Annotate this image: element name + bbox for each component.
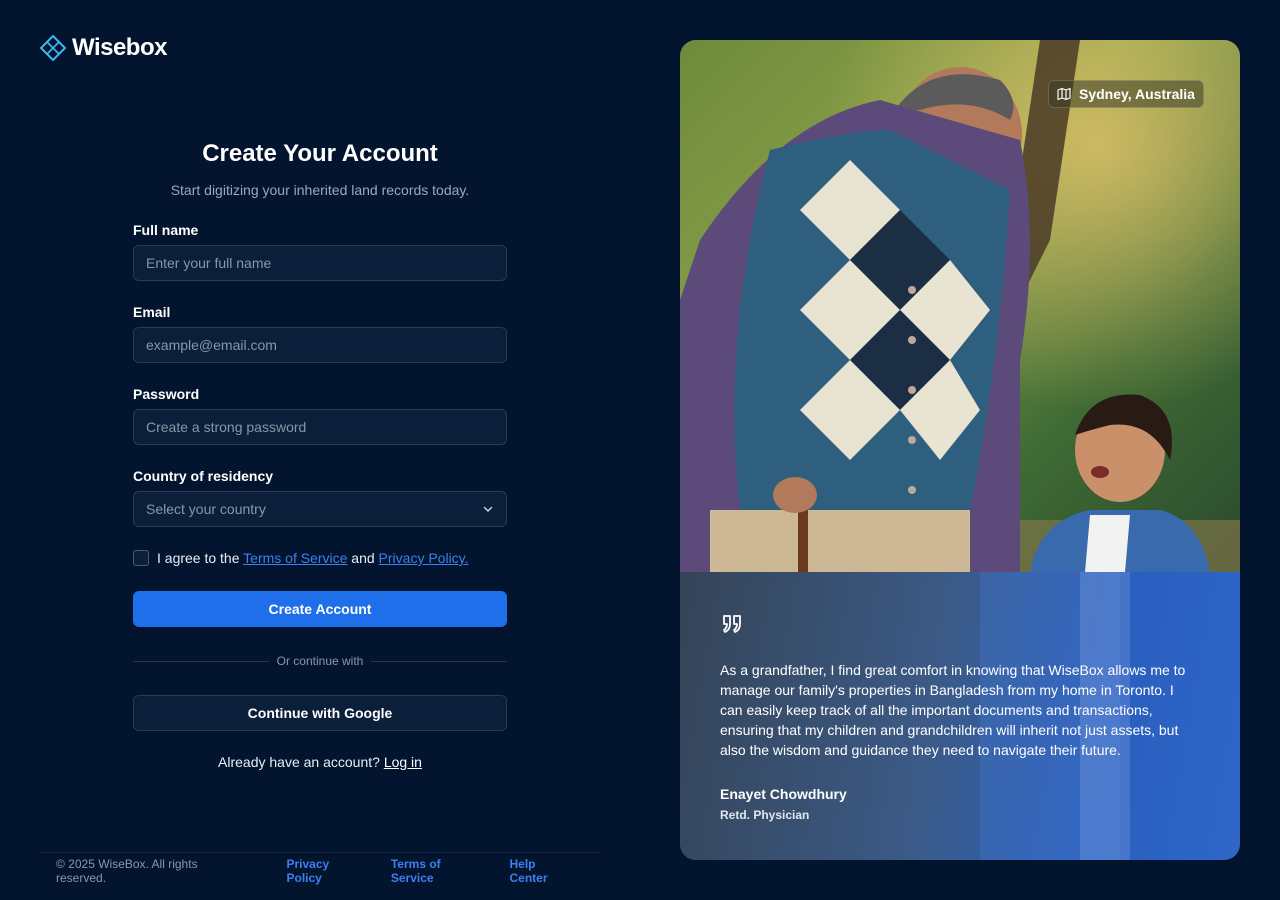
password-input[interactable]: [133, 409, 507, 445]
privacy-link[interactable]: Privacy Policy.: [379, 550, 469, 566]
copyright: © 2025 WiseBox. All rights reserved.: [56, 856, 198, 885]
country-select[interactable]: Select your country: [133, 491, 507, 527]
login-prompt-line: Already have an account? Log in: [133, 754, 507, 770]
page-title: Create Your Account: [202, 140, 438, 167]
brand-name: Wisebox: [72, 34, 167, 61]
country-label: Country of residency: [133, 468, 274, 484]
testimonial-quote: As a grandfather, I find great comfort i…: [720, 662, 1186, 758]
full-name-input[interactable]: [133, 245, 507, 281]
email-label: Email: [133, 304, 171, 320]
quote-icon: [723, 615, 741, 633]
email-input[interactable]: [133, 327, 507, 363]
page-subtitle: Start digitizing your inherited land rec…: [170, 182, 470, 198]
footer-help-link[interactable]: Help Center: [509, 857, 576, 885]
divider-line-left: [133, 660, 269, 662]
divider-line-right: [371, 660, 507, 662]
agree-prefix: I agree to the: [157, 550, 240, 566]
location-text: Sydney, Australia: [1079, 86, 1195, 102]
country-select-value: Select your country: [146, 501, 266, 517]
location-badge: Sydney, Australia: [1048, 80, 1204, 108]
testimonial-quote-box: As a grandfather, I find great comfort i…: [680, 572, 1240, 860]
testimonial-author: Enayet Chowdhury: [720, 786, 847, 802]
brand-logo[interactable]: Wisebox: [40, 34, 167, 62]
login-prompt: Already have an account?: [218, 754, 380, 770]
password-label: Password: [133, 386, 200, 402]
testimonial-panel: Sydney, Australia As a grandfather, I fi…: [680, 40, 1240, 860]
wisebox-logo-icon: [40, 35, 66, 61]
footer-privacy-link[interactable]: Privacy Policy: [286, 857, 366, 885]
map-icon: [1057, 87, 1071, 101]
login-link[interactable]: Log in: [384, 754, 422, 770]
create-account-button[interactable]: Create Account: [133, 591, 507, 627]
signup-form: Create Your Account Start digitizing you…: [133, 140, 507, 770]
google-signin-button[interactable]: Continue with Google: [133, 695, 507, 731]
testimonial-photo: [680, 40, 1240, 572]
chevron-down-icon: [483, 506, 493, 513]
terms-link[interactable]: Terms of Service: [243, 550, 347, 566]
footer-terms-link[interactable]: Terms of Service: [391, 857, 486, 885]
testimonial-author-role: Retd. Physician: [720, 808, 810, 822]
full-name-label: Full name: [133, 222, 199, 238]
page-footer: © 2025 WiseBox. All rights reserved. Pri…: [40, 852, 600, 888]
terms-agreement: I agree to the Terms of Service and Priv…: [133, 550, 469, 566]
divider-text: Or continue with: [276, 654, 364, 668]
terms-checkbox[interactable]: [133, 550, 149, 566]
agree-middle: and: [351, 550, 375, 566]
or-divider: Or continue with: [133, 654, 507, 668]
